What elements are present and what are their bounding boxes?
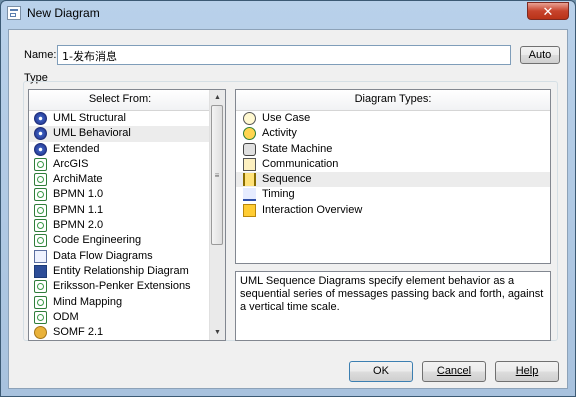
select-from-item-label: SOMF 2.1 [53, 326, 104, 339]
state-machine-icon [243, 142, 256, 156]
select-from-item-label: UML Behavioral [53, 127, 131, 140]
name-label: Name: [24, 49, 57, 61]
timing-icon [243, 188, 256, 202]
ok-button[interactable]: OK [349, 361, 413, 382]
diagram-type-item[interactable]: Timing [236, 187, 550, 202]
use-case-icon [243, 112, 256, 125]
dialog-title: New Diagram [27, 6, 100, 20]
technology-icon [34, 157, 47, 171]
select-from-item[interactable]: ODM [29, 310, 225, 325]
diagram-description: UML Sequence Diagrams specify element be… [235, 271, 551, 341]
activity-icon [243, 127, 256, 141]
select-from-item-label: Entity Relationship Diagram [53, 264, 189, 277]
sequence-icon [243, 173, 256, 187]
select-from-item[interactable]: Data Flow Diagrams [29, 249, 225, 264]
uml-icon [34, 127, 47, 141]
diagram-type-item-label: Activity [262, 127, 297, 140]
diagram-type-item[interactable]: Use Case [236, 111, 550, 126]
new-diagram-dialog: New Diagram ✕ Name: 1-发布消息 Auto Type Sel… [0, 0, 576, 397]
help-button-label: Help [515, 365, 539, 377]
diagram-types-header: Diagram Types: [236, 90, 550, 111]
technology-icon [34, 188, 47, 202]
diagram-type-item-label: Use Case [262, 112, 311, 124]
select-from-item-label: ODM [53, 310, 79, 323]
scroll-down-icon[interactable]: ▼ [210, 325, 225, 340]
select-from-item[interactable]: SOMF 2.1 [29, 325, 225, 340]
select-from-item-label: Data Flow Diagrams [53, 249, 153, 262]
technology-icon [34, 234, 47, 248]
select-from-item[interactable]: ArchiMate [29, 172, 225, 187]
uml-icon [34, 112, 47, 125]
dialog-body: Name: 1-发布消息 Auto Type Select From: UML … [8, 29, 568, 389]
diagram-type-item-label: Sequence [262, 173, 312, 186]
select-from-item[interactable]: BPMN 2.0 [29, 218, 225, 233]
select-from-list[interactable]: Select From: UML Structural UML Behaviora… [28, 89, 226, 341]
somf-icon [34, 326, 47, 340]
title-bar: New Diagram ✕ [1, 1, 575, 25]
diagram-type-item[interactable]: State Machine [236, 142, 550, 157]
select-from-item[interactable]: Eriksson-Penker Extensions [29, 279, 225, 294]
select-from-item-label: BPMN 1.0 [53, 188, 104, 201]
technology-icon [34, 203, 47, 217]
select-from-item-label: UML Structural [53, 112, 126, 124]
dfd-icon [34, 249, 47, 263]
name-input[interactable]: 1-发布消息 [57, 45, 511, 65]
select-from-item[interactable]: Entity Relationship Diagram [29, 264, 225, 279]
select-from-item-label: Extended [53, 142, 100, 155]
cancel-button-label: Cancel [436, 365, 472, 377]
uml-icon [34, 142, 47, 156]
technology-icon [34, 295, 47, 309]
select-from-item[interactable]: BPMN 1.0 [29, 187, 225, 202]
select-from-item[interactable]: UML Behavioral [29, 126, 225, 142]
select-from-item-label: BPMN 1.1 [53, 203, 104, 216]
technology-icon [34, 219, 47, 233]
technology-icon [34, 280, 47, 294]
cancel-button[interactable]: Cancel [422, 361, 486, 382]
select-from-items: UML Structural UML Behavioral Extended ArcG… [29, 111, 225, 340]
technology-icon [34, 173, 47, 187]
diagram-type-item-label: State Machine [262, 142, 333, 155]
diagram-type-item[interactable]: Activity [236, 126, 550, 141]
select-from-item[interactable]: UML Structural [29, 111, 225, 126]
diagram-type-item[interactable]: Interaction Overview [236, 203, 550, 218]
select-from-item-label: Eriksson-Penker Extensions [53, 280, 191, 293]
interaction-overview-icon [243, 203, 256, 217]
select-from-item[interactable]: Code Engineering [29, 233, 225, 248]
technology-icon [34, 310, 47, 324]
diagram-type-item-label: Interaction Overview [262, 203, 363, 216]
select-from-item-label: Code Engineering [53, 234, 142, 247]
select-from-item[interactable]: Mind Mapping [29, 295, 225, 310]
diagram-type-item[interactable]: Sequence [236, 172, 550, 188]
diagram-type-item[interactable]: Communication [236, 157, 550, 172]
select-from-item-label: BPMN 2.0 [53, 219, 104, 232]
scroll-up-icon[interactable]: ▲ [210, 90, 225, 105]
help-button[interactable]: Help [495, 361, 559, 382]
diagram-type-item-label: Communication [262, 157, 339, 170]
select-from-item-label: Mind Mapping [53, 295, 123, 308]
diagram-types-list[interactable]: Diagram Types: Use Case Activity State Mac… [235, 89, 551, 264]
erd-icon [34, 264, 47, 278]
select-from-item[interactable]: ArcGIS [29, 157, 225, 172]
select-from-item-label: ArcGIS [53, 157, 89, 170]
communication-icon [243, 157, 256, 171]
diagram-icon [7, 6, 21, 20]
select-from-item[interactable]: Extended [29, 142, 225, 157]
auto-button[interactable]: Auto [520, 46, 560, 64]
select-from-header: Select From: [29, 90, 211, 111]
scroll-thumb[interactable]: ≡ [211, 105, 223, 245]
select-from-item-label: ArchiMate [53, 173, 103, 186]
select-from-item[interactable]: BPMN 1.1 [29, 203, 225, 218]
close-button[interactable]: ✕ [527, 2, 569, 20]
diagram-types-items: Use Case Activity State Machine Communicati… [236, 111, 550, 218]
diagram-type-item-label: Timing [262, 188, 295, 201]
select-from-scrollbar[interactable]: ▲ ≡ ▼ [209, 90, 225, 340]
